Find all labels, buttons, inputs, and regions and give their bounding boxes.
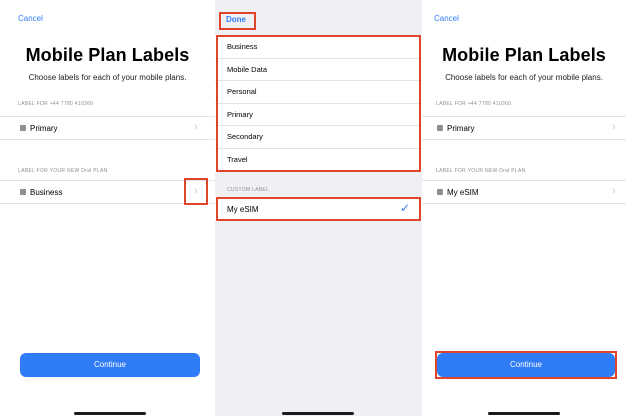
cancel-button[interactable]: Cancel [18,14,43,23]
plan-label: Business [30,187,63,197]
chevron-right-icon: › [612,185,616,197]
plan-label: Primary [447,123,475,133]
plan-row-primary[interactable]: Primary › [0,116,215,140]
plan-row-business[interactable]: Business › [0,180,215,204]
highlight-options-list [216,35,421,172]
section-header-plan2: LABEL FOR YOUR NEW Dral PLAN [436,168,526,174]
section-header-plan1: LABEL FOR +44 7780 410360 [436,101,512,107]
home-indicator [488,412,560,415]
plan-row-primary[interactable]: Primary › [422,116,626,140]
screen-label-picker: Done Business Mobile Data Personal Prima… [215,0,422,416]
highlight-chevron [184,178,208,205]
sim-card-icon [437,125,443,131]
plan-label: My eSIM [447,187,479,197]
plan-row-my-esim[interactable]: My eSIM › [422,180,626,204]
section-header-plan2: LABEL FOR YOUR NEW Dral PLAN [18,168,108,174]
page-subtitle: Choose labels for each of your mobile pl… [28,73,187,82]
section-header-plan1: LABEL FOR +44 7780 410360 [18,101,94,107]
page-title: Mobile Plan Labels [25,45,190,65]
continue-button[interactable]: Continue [20,353,200,377]
chevron-right-icon: › [612,121,616,133]
screen-label-selection: Cancel Mobile Plan Labels Choose labels … [0,0,215,416]
highlight-done [219,12,256,30]
page-title: Mobile Plan Labels [442,45,606,65]
highlight-continue [435,351,617,379]
screen-label-updated: Cancel Mobile Plan Labels Choose labels … [422,0,626,416]
sim-card-icon [20,189,26,195]
home-indicator [74,412,146,415]
cancel-button[interactable]: Cancel [434,14,459,23]
sim-card-icon [20,125,26,131]
sim-card-icon [437,189,443,195]
chevron-right-icon: › [194,121,198,133]
highlight-custom-label [216,197,421,221]
page-subtitle: Choose labels for each of your mobile pl… [445,73,603,82]
custom-label-header: CUSTOM LABEL [227,187,270,193]
plan-label: Primary [30,123,58,133]
home-indicator [282,412,354,415]
